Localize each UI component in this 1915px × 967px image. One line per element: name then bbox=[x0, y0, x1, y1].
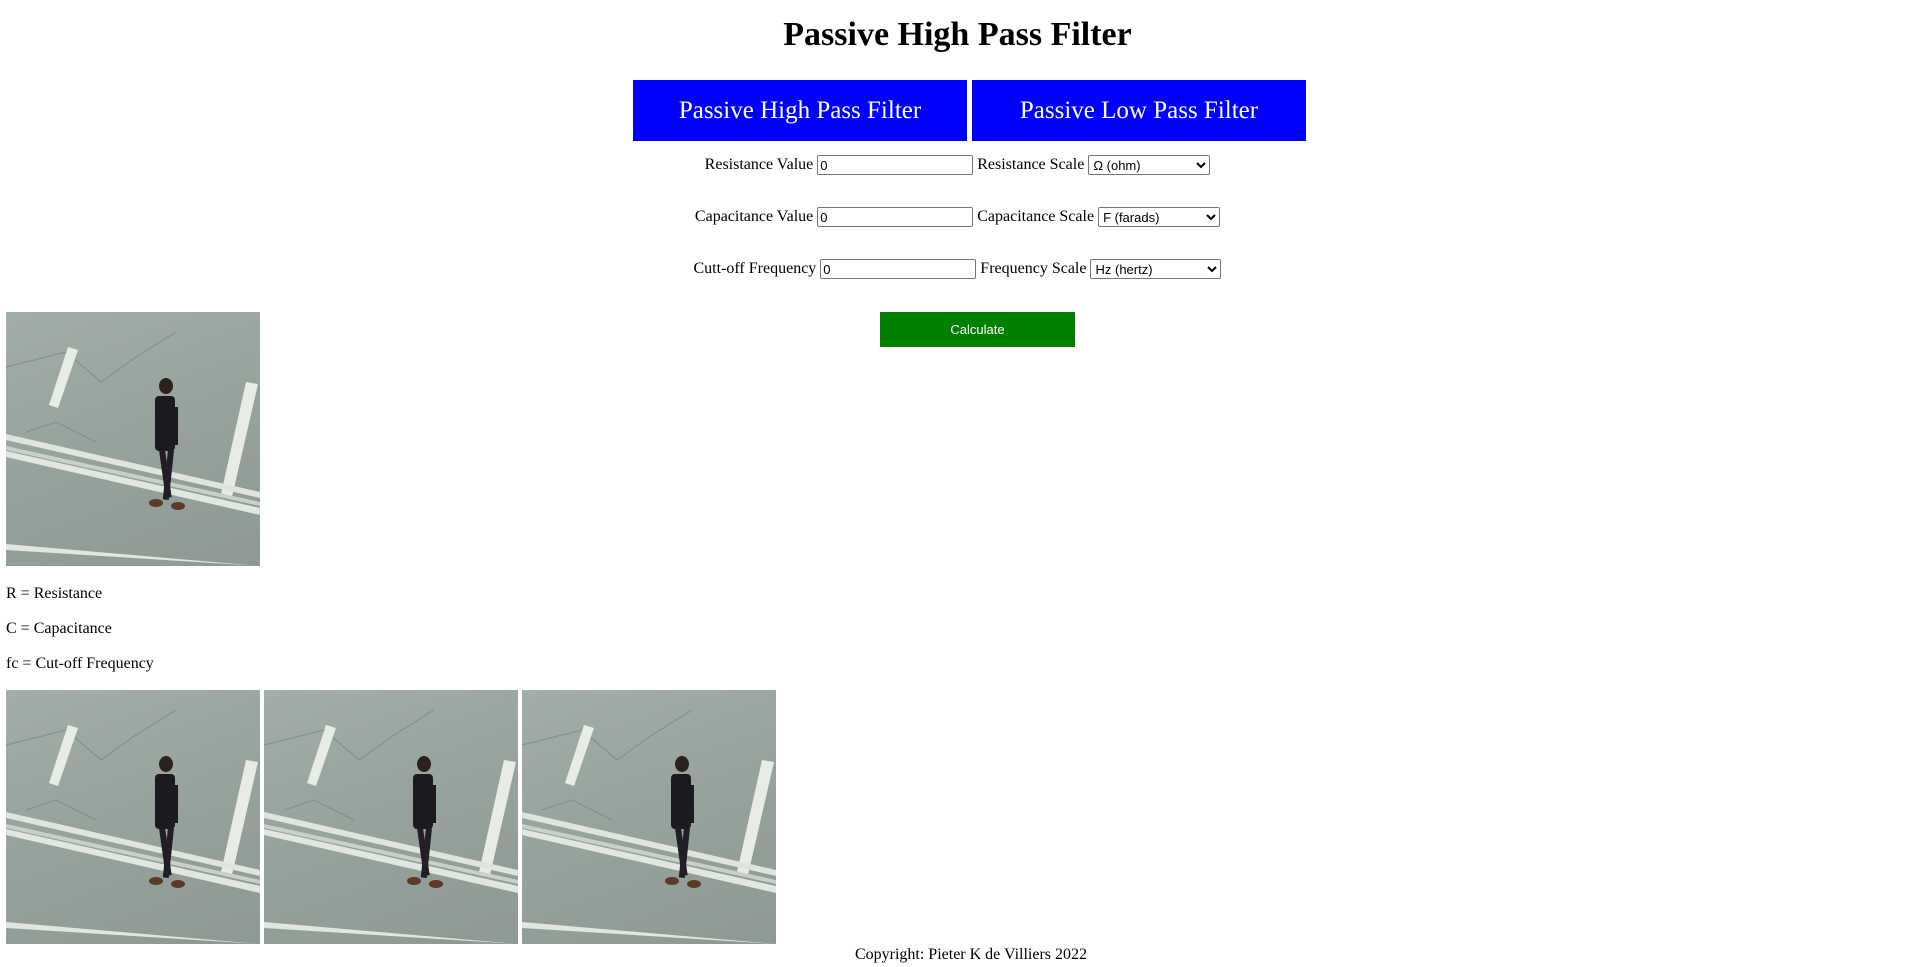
filter-circuit-image bbox=[6, 312, 260, 566]
filter-tabs: Passive High Pass Filter Passive Low Pas… bbox=[633, 80, 1306, 141]
resistance-value-label: Resistance Value bbox=[704, 156, 814, 173]
capacitance-row: Capacitance Value Capacitance Scale F (f… bbox=[0, 207, 1915, 227]
tab-high-pass-filter[interactable]: Passive High Pass Filter bbox=[633, 80, 967, 141]
capacitance-scale-select[interactable]: F (farads) bbox=[1098, 207, 1221, 227]
page: Passive High Pass Filter Passive High Pa… bbox=[0, 0, 1915, 967]
resistance-scale-label: Resistance Scale bbox=[977, 156, 1085, 173]
legend-resistance: R = Resistance bbox=[6, 585, 103, 602]
formula-image-2 bbox=[264, 690, 518, 944]
capacitance-value-label: Capacitance Value bbox=[694, 208, 814, 225]
page-title: Passive High Pass Filter bbox=[783, 16, 1132, 53]
tab-low-pass-filter[interactable]: Passive Low Pass Filter bbox=[972, 80, 1306, 141]
capacitance-scale-label: Capacitance Scale bbox=[977, 208, 1095, 225]
cutoff-frequency-input[interactable] bbox=[820, 259, 977, 279]
cutoff-frequency-label: Cutt-off Frequency bbox=[693, 260, 817, 277]
legend-capacitance: C = Capacitance bbox=[6, 620, 112, 637]
calculate-button[interactable]: Calculate bbox=[880, 312, 1075, 347]
legend-cutoff-frequency: fc = Cut-off Frequency bbox=[6, 655, 154, 672]
frequency-row: Cutt-off Frequency Frequency Scale Hz (h… bbox=[0, 259, 1915, 279]
frequency-scale-label: Frequency Scale bbox=[980, 260, 1087, 277]
formula-image-1 bbox=[6, 690, 260, 944]
frequency-scale-select[interactable]: Hz (hertz) bbox=[1090, 259, 1222, 279]
resistance-row: Resistance Value Resistance Scale Ω (ohm… bbox=[0, 155, 1915, 175]
capacitance-value-input[interactable] bbox=[817, 207, 974, 227]
resistance-scale-select[interactable]: Ω (ohm) bbox=[1088, 155, 1211, 175]
formula-image-3 bbox=[522, 690, 776, 944]
resistance-value-input[interactable] bbox=[817, 155, 974, 175]
copyright-footer: Copyright: Pieter K de Villiers 2022 bbox=[854, 946, 1088, 963]
